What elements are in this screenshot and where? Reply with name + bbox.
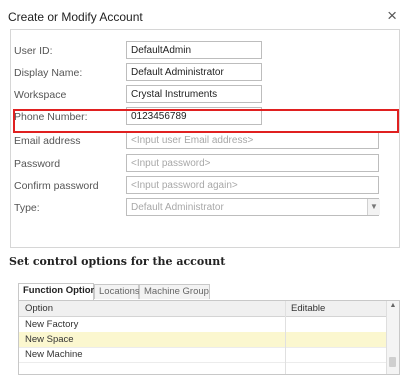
chevron-up-icon[interactable]: ▲	[387, 302, 399, 309]
form-row: Confirm password <Input password again>	[0, 175, 409, 197]
grid-cell-option: New Machine	[25, 349, 83, 360]
confirm-password-field[interactable]: <Input password again>	[126, 176, 379, 194]
field-label: Type:	[14, 202, 40, 214]
scrollbar-thumb[interactable]	[389, 357, 396, 367]
field-label: Email address	[14, 135, 81, 147]
field-label: Workspace	[14, 89, 67, 101]
window-title: Create or Modify Account	[8, 10, 143, 24]
options-grid: Option Editable New Factory New Space Ne…	[18, 300, 400, 375]
column-header-editable[interactable]: Editable	[291, 303, 325, 314]
field-label: Password	[14, 158, 61, 170]
email-highlight-box	[13, 109, 399, 133]
column-header-option[interactable]: Option	[25, 303, 53, 314]
tab-machine-group[interactable]: Machine Group	[139, 284, 210, 299]
password-field[interactable]: <Input password>	[126, 154, 379, 172]
tab-locations[interactable]: Locations	[94, 284, 140, 299]
grid-cell-option: New Factory	[25, 319, 79, 330]
grid-row[interactable]: New Factory	[19, 317, 399, 333]
column-divider	[285, 301, 286, 374]
form-row: Display Name: Default Administrator	[0, 62, 409, 84]
form-row: Workspace Crystal Instruments	[0, 84, 409, 106]
tab-function-option[interactable]: Function Option	[18, 283, 96, 300]
field-label: Confirm password	[14, 180, 99, 192]
close-icon[interactable]: ×	[387, 6, 397, 26]
chevron-down-icon[interactable]: ▼	[367, 199, 380, 215]
grid-cell-option: New Space	[25, 334, 74, 345]
form-row: Password <Input password>	[0, 153, 409, 175]
section-title: Set control options for the account	[9, 255, 226, 268]
grid-row-selected[interactable]: New Space	[19, 332, 399, 348]
vertical-scrollbar[interactable]: ▲	[386, 301, 399, 374]
field-label: Display Name:	[14, 67, 83, 79]
email-field[interactable]: <Input user Email address>	[126, 131, 379, 149]
form-row: User ID: DefaultAdmin	[0, 40, 409, 62]
grid-header: Option Editable	[19, 301, 399, 317]
workspace-field[interactable]: Crystal Instruments	[126, 85, 262, 103]
form-row: Type: Default Administrator ▼	[0, 197, 409, 219]
type-select[interactable]: Default Administrator	[126, 198, 379, 216]
user-id-field[interactable]: DefaultAdmin	[126, 41, 262, 59]
field-label: User ID:	[14, 45, 53, 57]
display-name-field[interactable]: Default Administrator	[126, 63, 262, 81]
form-row: Email address <Input user Email address>	[0, 130, 409, 152]
grid-row[interactable]: New Machine	[19, 347, 399, 363]
